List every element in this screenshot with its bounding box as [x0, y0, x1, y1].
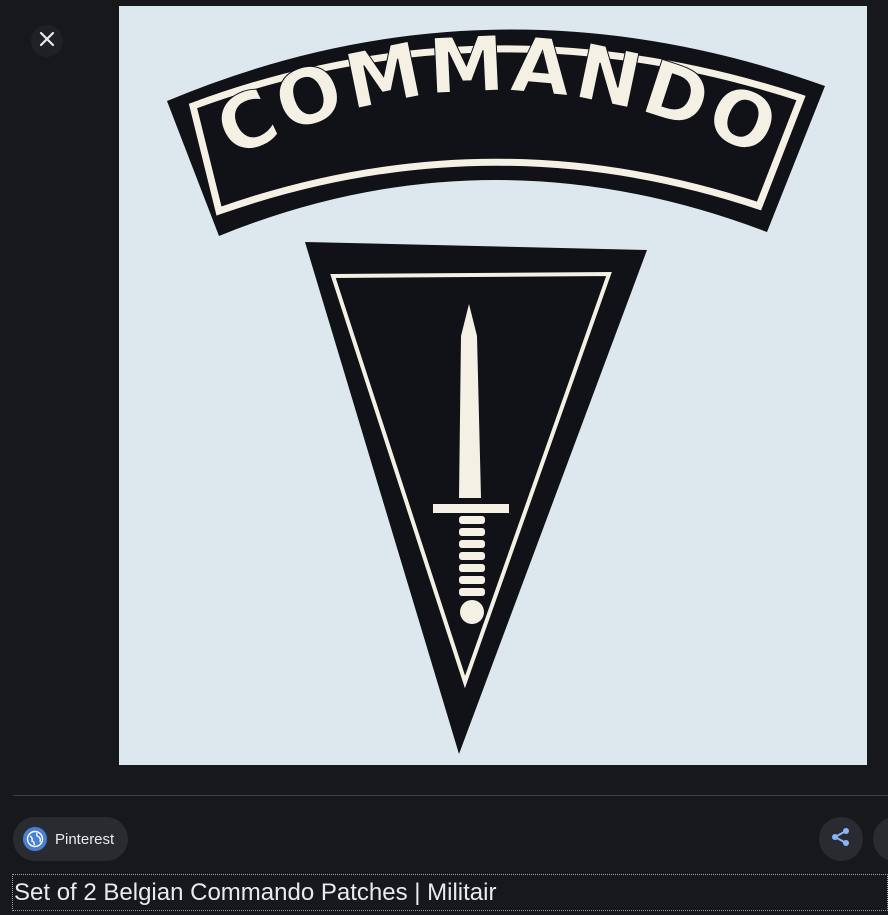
main-image[interactable]: COMMANDO: [119, 6, 867, 765]
source-label: Pinterest: [55, 830, 115, 848]
close-button[interactable]: [31, 25, 63, 57]
image-title-link[interactable]: Set of 2 Belgian Commando Patches | Mili…: [12, 874, 888, 911]
close-icon: [39, 31, 55, 52]
divider: [13, 795, 888, 796]
globe-icon: [23, 827, 47, 851]
more-button[interactable]: [873, 817, 888, 861]
share-icon: [830, 826, 852, 853]
source-chip[interactable]: Pinterest: [13, 817, 129, 861]
share-button[interactable]: [819, 817, 863, 861]
commando-patch-image: COMMANDO: [119, 6, 867, 765]
